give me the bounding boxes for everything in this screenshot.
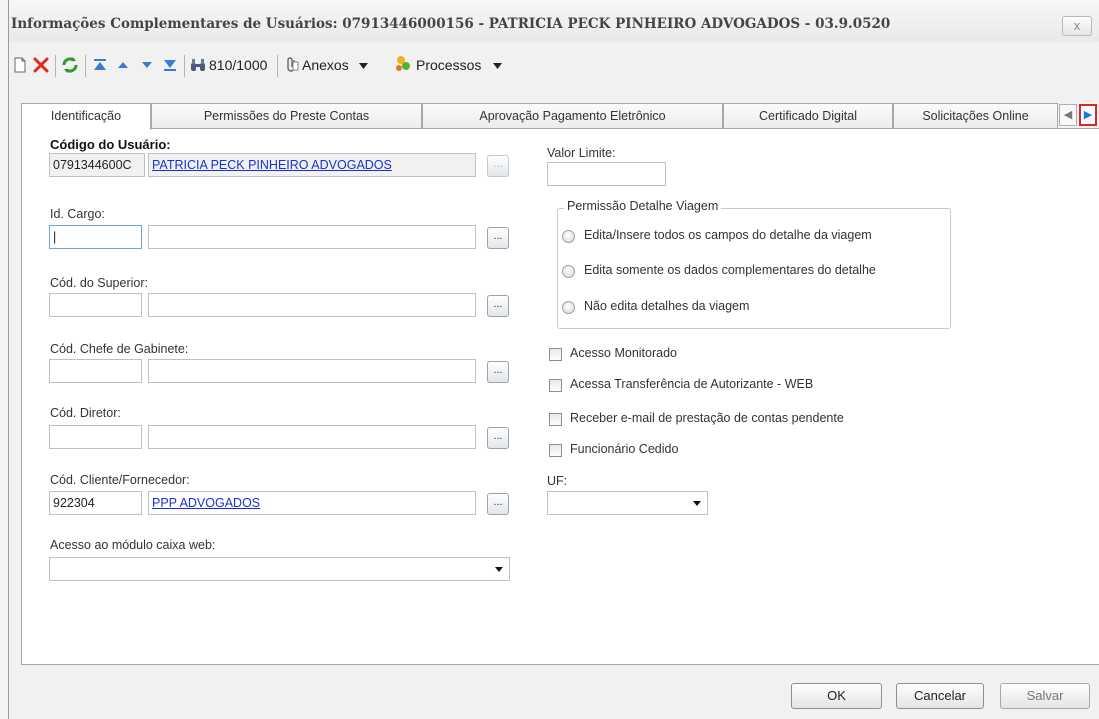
- cargo-lookup-button[interactable]: ...: [487, 227, 509, 249]
- tab-solicitacoes-online[interactable]: Solicitações Online: [893, 103, 1058, 129]
- superior-lookup-button[interactable]: ...: [487, 295, 509, 317]
- cliente-name-field[interactable]: PPP ADVOGADOS: [148, 491, 476, 515]
- delete-icon[interactable]: [33, 52, 49, 78]
- viagem-option-label: Não edita detalhes da viagem: [584, 299, 750, 313]
- user-name-field[interactable]: PATRICIA PECK PINHEIRO ADVOGADOS: [148, 153, 476, 177]
- first-record-icon[interactable]: [93, 52, 107, 78]
- toolbar: 810/1000 Anexos Processos: [9, 52, 1099, 78]
- paperclip-icon: [285, 56, 299, 75]
- chevron-down-icon: [693, 501, 701, 506]
- cargo-description-input[interactable]: [148, 225, 476, 249]
- superior-description-input[interactable]: [148, 293, 476, 317]
- processes-icon: [393, 54, 413, 77]
- chefe-gabinete-label: Cód. Chefe de Gabinete:: [50, 342, 189, 356]
- viagem-group-title: Permissão Detalhe Viagem: [564, 199, 722, 213]
- viagem-option-label: Edita/Insere todos os campos do detalhe …: [584, 228, 872, 242]
- receber-email-checkbox[interactable]: [549, 413, 562, 426]
- cliente-lookup-button[interactable]: ...: [487, 493, 509, 515]
- cliente-name-link[interactable]: PPP ADVOGADOS: [152, 496, 260, 510]
- processes-label: Processos: [416, 57, 482, 73]
- chefe-gabinete-code-input[interactable]: [49, 359, 142, 383]
- user-name-link[interactable]: PATRICIA PECK PINHEIRO ADVOGADOS: [152, 158, 392, 172]
- checkbox-label: Receber e-mail de prestação de contas pe…: [570, 411, 844, 425]
- last-record-icon[interactable]: [163, 52, 177, 78]
- viagem-radio-nao-edita[interactable]: [562, 301, 575, 314]
- funcionario-cedido-checkbox[interactable]: [549, 444, 562, 457]
- cancel-button[interactable]: Cancelar: [896, 683, 984, 709]
- tab-certificado-digital[interactable]: Certificado Digital: [723, 103, 893, 129]
- caixa-web-label: Acesso ao módulo caixa web:: [50, 538, 216, 552]
- next-record-icon[interactable]: [141, 52, 153, 78]
- chefe-gabinete-description-input[interactable]: [148, 359, 476, 383]
- diretor-code-input[interactable]: [49, 425, 142, 449]
- uf-label: UF:: [547, 474, 568, 488]
- tab-permissoes-preste-contas[interactable]: Permissões do Preste Contas: [151, 103, 422, 129]
- processes-menu[interactable]: Processos: [393, 52, 503, 78]
- user-lookup-button[interactable]: ...: [487, 155, 509, 177]
- uf-select[interactable]: [547, 491, 708, 515]
- diretor-label: Cód. Diretor:: [50, 406, 121, 420]
- attachments-label: Anexos: [302, 57, 349, 73]
- transferencia-autorizante-checkbox[interactable]: [549, 379, 562, 392]
- caixa-web-select[interactable]: [49, 557, 510, 581]
- tab-scroll-right-icon[interactable]: ▶: [1079, 104, 1097, 126]
- tab-strip: Identificação Permissões do Preste Conta…: [21, 103, 1099, 130]
- checkbox-label: Acesso Monitorado: [570, 346, 678, 360]
- new-document-icon[interactable]: [13, 52, 27, 78]
- chevron-down-icon: [493, 58, 503, 72]
- valor-limite-input[interactable]: [547, 162, 666, 186]
- chevron-down-icon: [495, 567, 503, 572]
- chevron-down-icon: [358, 58, 368, 72]
- record-counter: 810/1000: [209, 57, 268, 73]
- close-button[interactable]: x: [1062, 16, 1092, 36]
- viagem-radio-edita-complementares[interactable]: [562, 265, 575, 278]
- cargo-label: Id. Cargo:: [50, 207, 105, 221]
- viagem-radio-edita-todos[interactable]: [562, 230, 575, 243]
- attachments-menu[interactable]: Anexos: [285, 52, 368, 78]
- tab-identificacao[interactable]: Identificação: [21, 103, 151, 130]
- diretor-lookup-button[interactable]: ...: [487, 427, 509, 449]
- superior-label: Cód. do Superior:: [50, 276, 148, 290]
- tab-scroll-left-icon[interactable]: ◀: [1059, 104, 1077, 126]
- title-bar: Informações Complementares de Usuários: …: [9, 0, 1099, 42]
- dialog-window: Informações Complementares de Usuários: …: [8, 0, 1099, 719]
- diretor-description-input[interactable]: [148, 425, 476, 449]
- save-button[interactable]: Salvar: [1000, 683, 1090, 709]
- checkbox-label: Funcionário Cedido: [570, 442, 679, 456]
- chefe-gabinete-lookup-button[interactable]: ...: [487, 361, 509, 383]
- superior-code-input[interactable]: [49, 293, 142, 317]
- ok-button[interactable]: OK: [791, 683, 882, 709]
- binoculars-icon[interactable]: [190, 52, 206, 78]
- valor-limite-label: Valor Limite:: [547, 146, 616, 160]
- window-title: Informações Complementares de Usuários: …: [11, 16, 891, 32]
- acesso-monitorado-checkbox[interactable]: [549, 348, 562, 361]
- checkbox-label: Acessa Transferência de Autorizante - WE…: [570, 377, 814, 391]
- user-code-field[interactable]: 0791344600C: [49, 153, 145, 177]
- previous-record-icon[interactable]: [117, 52, 129, 78]
- identificacao-panel: Código do Usuário: 0791344600C PATRICIA …: [21, 128, 1099, 665]
- cargo-code-input[interactable]: |: [49, 225, 142, 249]
- viagem-option-label: Edita somente os dados complementares do…: [584, 263, 876, 277]
- user-code-label: Código do Usuário:: [50, 137, 171, 152]
- tab-aprovacao-pagamento[interactable]: Aprovação Pagamento Eletrônico: [422, 103, 723, 129]
- cliente-fornecedor-label: Cód. Cliente/Fornecedor:: [50, 473, 190, 487]
- cliente-code-input[interactable]: 922304: [49, 491, 142, 515]
- refresh-icon[interactable]: [61, 52, 79, 78]
